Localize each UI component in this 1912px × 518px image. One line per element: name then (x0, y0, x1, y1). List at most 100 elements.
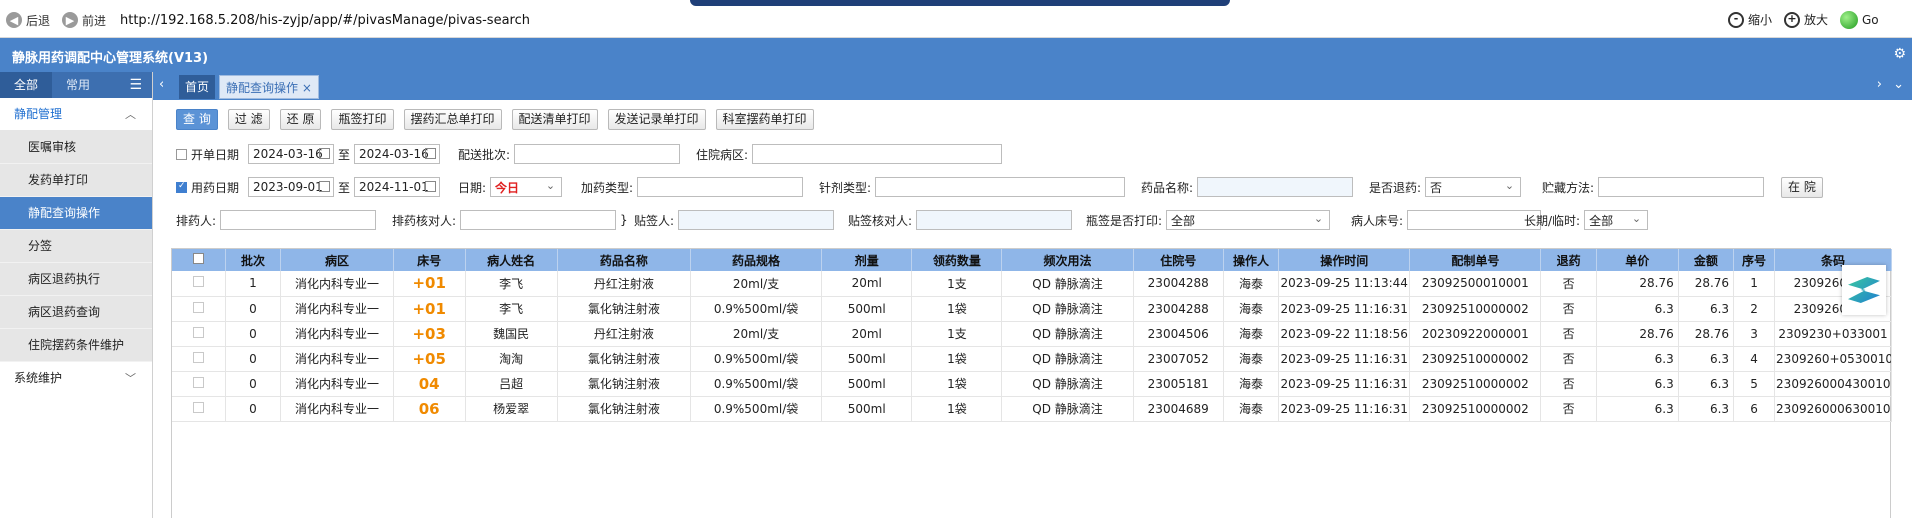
long-temp-select[interactable]: 全部 ⌄ (1584, 210, 1649, 230)
chevron-left-icon[interactable]: ‹ (159, 77, 164, 92)
query-button[interactable]: 查 询 (176, 109, 218, 130)
arranger-input[interactable] (220, 210, 377, 230)
column-header[interactable]: 金额 (1678, 249, 1735, 271)
zoom-in-button[interactable]: + 放大 (1784, 11, 1828, 28)
table-row[interactable]: 0 消化内科专业一 +03 魏国民 丹红注射液 20ml/支 20ml 1支 QD 静脉滴注 23… (172, 321, 1892, 347)
sidebar-item-ward-return-exec[interactable]: 病区退药执行 (0, 263, 152, 296)
med-date-checkbox[interactable] (176, 181, 187, 193)
cell-value: 1支 (947, 276, 967, 291)
sidebar-tab-all[interactable]: 全部 (0, 72, 52, 98)
med-date-to-input[interactable]: 2024-11-01 (354, 177, 441, 197)
dept-print-button[interactable]: 科室摆药单打印 (715, 109, 814, 130)
bed-no-input[interactable] (1407, 210, 1542, 230)
column-header[interactable]: 配制单号 (1409, 249, 1542, 271)
sidebar-item-dispense-print[interactable]: 发药单打印 (0, 164, 152, 197)
filter-button[interactable]: 过 滤 (227, 109, 270, 130)
row-checkbox[interactable] (192, 326, 204, 338)
column-header[interactable]: 剂量 (821, 249, 913, 271)
sidebar-group-system[interactable]: 系统维护 ﹀ (0, 362, 152, 395)
column-header[interactable]: 病区 (280, 249, 394, 271)
sidebar-item-order-review[interactable]: 医嘱审核 (0, 131, 152, 164)
arrange-checker-input[interactable] (460, 210, 617, 230)
row-select-cell[interactable] (172, 271, 226, 297)
row-select-cell[interactable] (172, 296, 226, 322)
sidebar-tab-common[interactable]: 常用 (52, 72, 104, 98)
chevron-right-icon[interactable]: › (1877, 77, 1882, 92)
table-cell: 1袋 (911, 371, 1003, 397)
gear-icon[interactable]: ⚙ (1893, 46, 1906, 62)
label-printed-select[interactable]: 全部 ⌄ (1166, 210, 1331, 230)
add-type-input[interactable] (637, 177, 804, 197)
restore-button[interactable]: 还 原 (279, 109, 322, 130)
sidebar-item-inpatient-conditions[interactable]: 住院摆药条件维护 (0, 329, 152, 362)
drug-name-input[interactable] (1197, 177, 1354, 197)
chevron-down-icon[interactable]: ⌄ (1893, 77, 1904, 92)
table-row[interactable]: 0 消化内科专业一 +05 淘淘 氯化钠注射液 0.9%500ml/袋 500ml 1袋 QD … (172, 346, 1892, 372)
row-select-cell[interactable] (172, 346, 226, 372)
select-all-checkbox[interactable] (192, 253, 204, 264)
row-select-cell[interactable] (172, 396, 226, 422)
sidebar-item-sorting[interactable]: 分签 (0, 230, 152, 263)
sidebar-item-ward-return-query[interactable]: 病区退药查询 (0, 296, 152, 329)
column-header[interactable]: 单价 (1596, 249, 1679, 271)
tab-pivas-search[interactable]: 静配查询操作 × (219, 75, 319, 99)
menu-icon[interactable]: ☰ (129, 77, 142, 93)
table-row[interactable]: 1 消化内科专业一 +01 李飞 丹红注射液 20ml/支 20ml 1支 QD 静脉滴注 230… (172, 271, 1892, 297)
column-header[interactable]: 药品名称 (557, 249, 691, 271)
row-checkbox[interactable] (192, 301, 204, 313)
refund-select[interactable]: 否 ⌄ (1425, 177, 1522, 197)
forward-button[interactable]: ▶ 前进 (62, 11, 106, 29)
dose-type-input[interactable] (875, 177, 1126, 197)
column-header[interactable]: 退药 (1540, 249, 1597, 271)
row-select-cell[interactable] (172, 321, 226, 347)
table-row[interactable]: 0 消化内科专业一 04 吕超 氯化钠注射液 0.9%500ml/袋 500ml 1袋 QD 静… (172, 371, 1892, 397)
row-select-cell[interactable] (172, 371, 226, 397)
column-header[interactable]: 药品规格 (690, 249, 823, 271)
open-date-to-value: 2024-03-16 (359, 147, 429, 161)
labeler-input[interactable] (678, 210, 835, 230)
delivery-batch-input[interactable] (514, 144, 681, 164)
column-header[interactable]: 批次 (225, 249, 282, 271)
date-label: 日期: (458, 180, 487, 195)
zoom-out-button[interactable]: - 缩小 (1728, 11, 1772, 28)
table-row[interactable]: 0 消化内科专业一 06 杨爱翠 氯化钠注射液 0.9%500ml/袋 500ml 1袋 QD … (172, 396, 1892, 422)
row-checkbox[interactable] (192, 351, 204, 363)
ward-input[interactable] (752, 144, 1003, 164)
date-select[interactable]: 今日 ⌄ (490, 177, 563, 197)
label-print-button[interactable]: 瓶签打印 (331, 109, 394, 130)
delivery-print-button[interactable]: 配送清单打印 (511, 109, 598, 130)
table-row[interactable]: 0 消化内科专业一 +01 李飞 氯化钠注射液 0.9%500ml/袋 500ml 1袋 QD … (172, 296, 1892, 322)
column-header[interactable]: 操作时间 (1278, 249, 1411, 271)
column-header[interactable]: 住院号 (1133, 249, 1224, 271)
label-checker-input[interactable] (916, 210, 1073, 230)
storage-input[interactable] (1598, 177, 1765, 197)
in-hospital-button[interactable]: 在 院 (1781, 176, 1823, 198)
header-select-all[interactable] (172, 249, 226, 271)
open-date-checkbox[interactable] (176, 148, 187, 160)
open-date-to-input[interactable]: 2024-03-16 (354, 144, 441, 164)
column-header[interactable]: 病人姓名 (465, 249, 558, 271)
column-header[interactable]: 领药数量 (911, 249, 1003, 271)
med-date-from-input[interactable]: 2023-09-01 (248, 177, 334, 197)
cell-value: 海泰 (1238, 302, 1263, 316)
row-checkbox[interactable] (192, 376, 204, 388)
go-button[interactable]: Go (1840, 11, 1879, 29)
sidebar-item-pivas-search[interactable]: 静配查询操作 (0, 197, 152, 230)
cell-value: 氯化钠注射液 (587, 352, 660, 366)
back-button[interactable]: ◀ 后退 (6, 11, 50, 29)
address-bar[interactable]: http://192.168.5.208/his-zyjp/app/#/piva… (120, 13, 530, 28)
column-header[interactable]: 床号 (393, 249, 466, 271)
open-date-from-input[interactable]: 2024-03-16 (248, 144, 334, 164)
column-header[interactable]: 频次用法 (1001, 249, 1134, 271)
sidebar-group-pivas[interactable]: 静配管理 ︿ (0, 98, 152, 131)
column-header[interactable]: 操作人 (1223, 249, 1280, 271)
close-icon[interactable]: × (302, 81, 312, 95)
floating-assistant-widget[interactable] (1842, 265, 1886, 315)
summary-print-button[interactable]: 摆药汇总单打印 (403, 109, 502, 130)
cell-value: 0 (249, 326, 257, 341)
row-checkbox[interactable] (192, 401, 204, 413)
row-checkbox[interactable] (192, 276, 204, 288)
column-header[interactable]: 序号 (1733, 249, 1776, 271)
tab-home[interactable]: 首页 (179, 75, 216, 99)
send-record-print-button[interactable]: 发送记录单打印 (607, 109, 706, 130)
